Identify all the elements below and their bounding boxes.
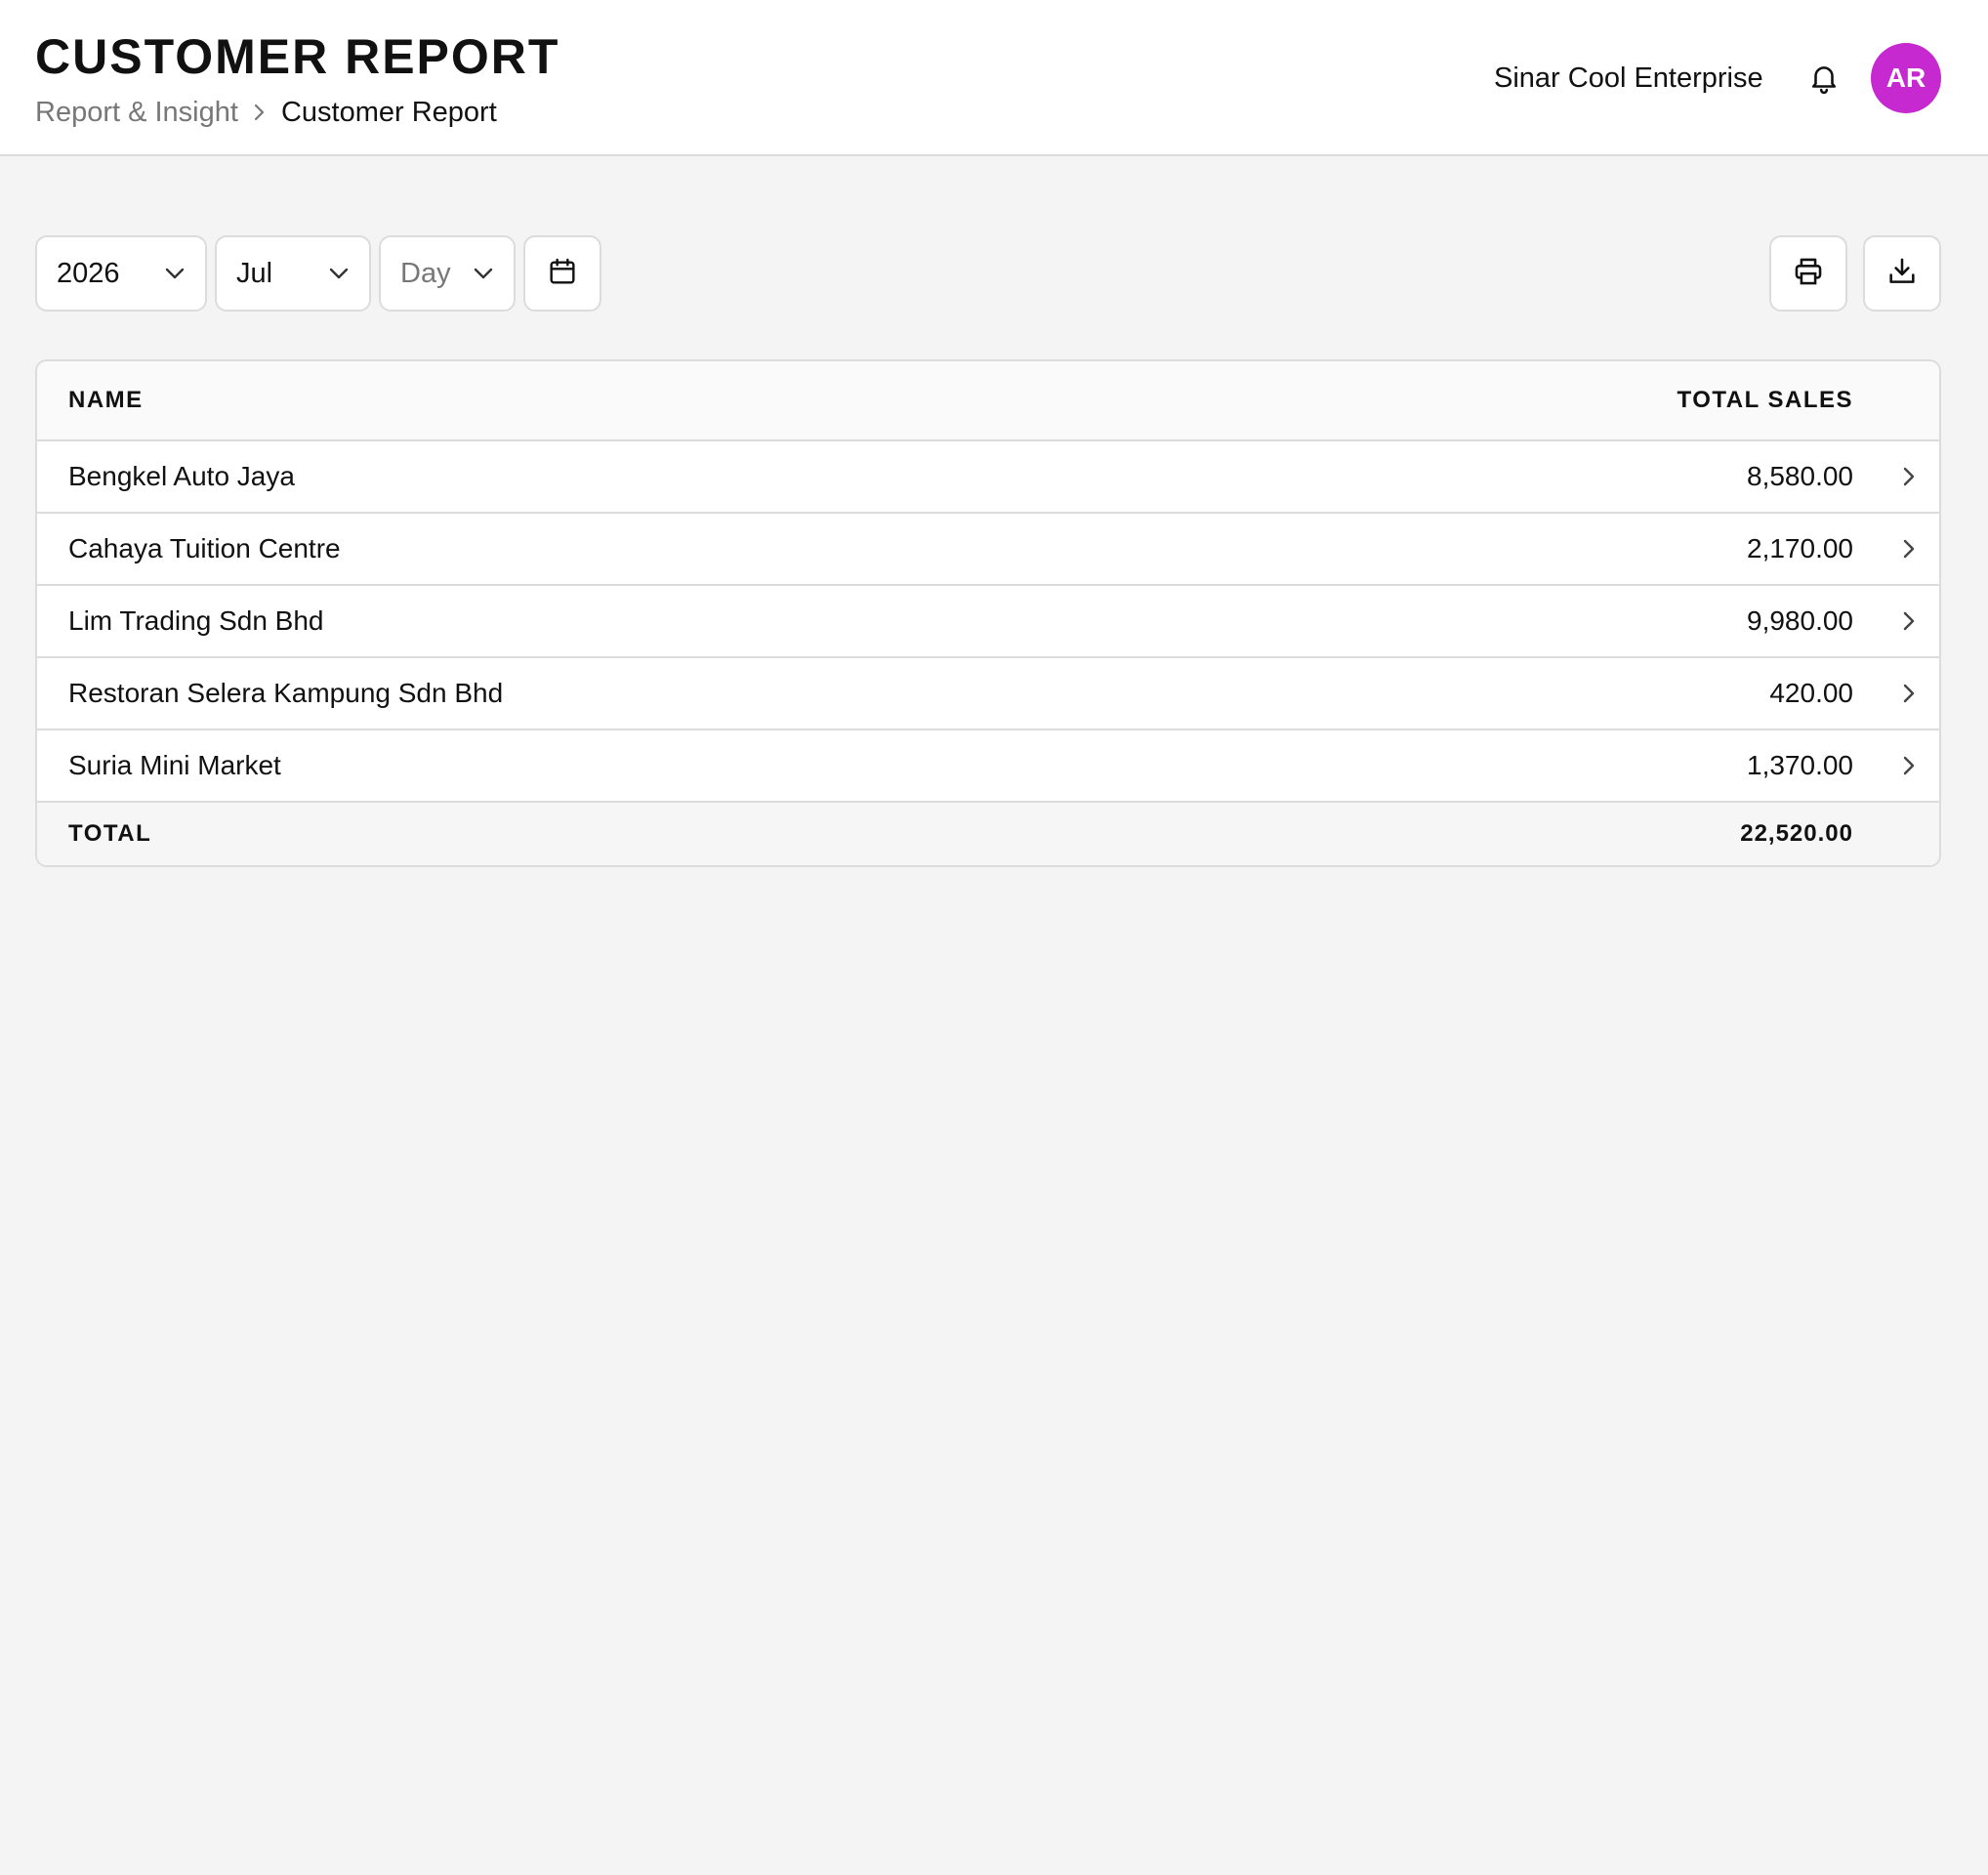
month-select-value: Jul	[236, 257, 273, 289]
customer-total-sales: 1,370.00	[1747, 750, 1853, 780]
calendar-button[interactable]	[523, 235, 601, 312]
table-header: NAME TOTAL SALES	[37, 361, 1939, 441]
chevron-right-icon	[252, 103, 266, 122]
customer-name: Restoran Selera Kampung Sdn Bhd	[68, 678, 504, 708]
chevron-right-icon[interactable]	[1900, 536, 1918, 562]
month-select[interactable]: Jul	[215, 235, 371, 312]
breadcrumb-current: Customer Report	[280, 96, 497, 128]
customer-total-sales: 9,980.00	[1747, 605, 1853, 636]
day-select[interactable]: Day	[379, 235, 516, 312]
total-label: TOTAL	[68, 820, 152, 847]
download-icon	[1885, 255, 1919, 293]
year-select[interactable]: 2026	[35, 235, 207, 312]
customer-name: Cahaya Tuition Centre	[68, 533, 341, 563]
bell-icon[interactable]	[1806, 59, 1842, 98]
top-header: CUSTOMER REPORT Report & Insight Custome…	[0, 0, 1988, 156]
chevron-right-icon[interactable]	[1900, 464, 1918, 489]
table-row[interactable]: Lim Trading Sdn Bhd 9,980.00	[37, 586, 1939, 658]
year-select-value: 2026	[57, 257, 120, 289]
customer-name: Bengkel Auto Jaya	[68, 461, 295, 491]
chevron-down-icon	[473, 267, 494, 280]
company-name[interactable]: Sinar Cool Enterprise	[1494, 59, 1763, 98]
chevron-down-icon	[164, 267, 186, 280]
chevron-right-icon[interactable]	[1900, 753, 1918, 778]
table-row[interactable]: Cahaya Tuition Centre 2,170.00	[37, 514, 1939, 586]
customer-total-sales: 2,170.00	[1747, 533, 1853, 563]
column-header-total-sales: TOTAL SALES	[1677, 387, 1853, 413]
table-footer: TOTAL 22,520.00	[37, 803, 1939, 865]
avatar[interactable]: AR	[1871, 43, 1941, 113]
table-row[interactable]: Restoran Selera Kampung Sdn Bhd 420.00	[37, 658, 1939, 730]
table-row[interactable]: Suria Mini Market 1,370.00	[37, 730, 1939, 803]
chevron-down-icon	[328, 267, 350, 280]
calendar-icon	[547, 256, 578, 292]
breadcrumb: Report & Insight Customer Report	[35, 94, 497, 131]
chevron-right-icon[interactable]	[1900, 608, 1918, 634]
customer-name: Lim Trading Sdn Bhd	[68, 605, 324, 636]
chevron-right-icon[interactable]	[1900, 681, 1918, 706]
customer-total-sales: 8,580.00	[1747, 461, 1853, 491]
printer-icon	[1792, 255, 1825, 293]
column-header-name: NAME	[68, 387, 144, 413]
day-select-placeholder: Day	[400, 257, 451, 289]
customer-total-sales: 420.00	[1769, 678, 1853, 708]
customer-report-table: NAME TOTAL SALES Bengkel Auto Jaya 8,580…	[35, 359, 1941, 867]
download-button[interactable]	[1863, 235, 1941, 312]
customer-name: Suria Mini Market	[68, 750, 281, 780]
page-title: CUSTOMER REPORT	[35, 29, 560, 84]
table-row[interactable]: Bengkel Auto Jaya 8,580.00	[37, 441, 1939, 514]
total-value: 22,520.00	[1740, 820, 1853, 847]
breadcrumb-link-report-insight[interactable]: Report & Insight	[35, 97, 238, 129]
print-button[interactable]	[1769, 235, 1847, 312]
